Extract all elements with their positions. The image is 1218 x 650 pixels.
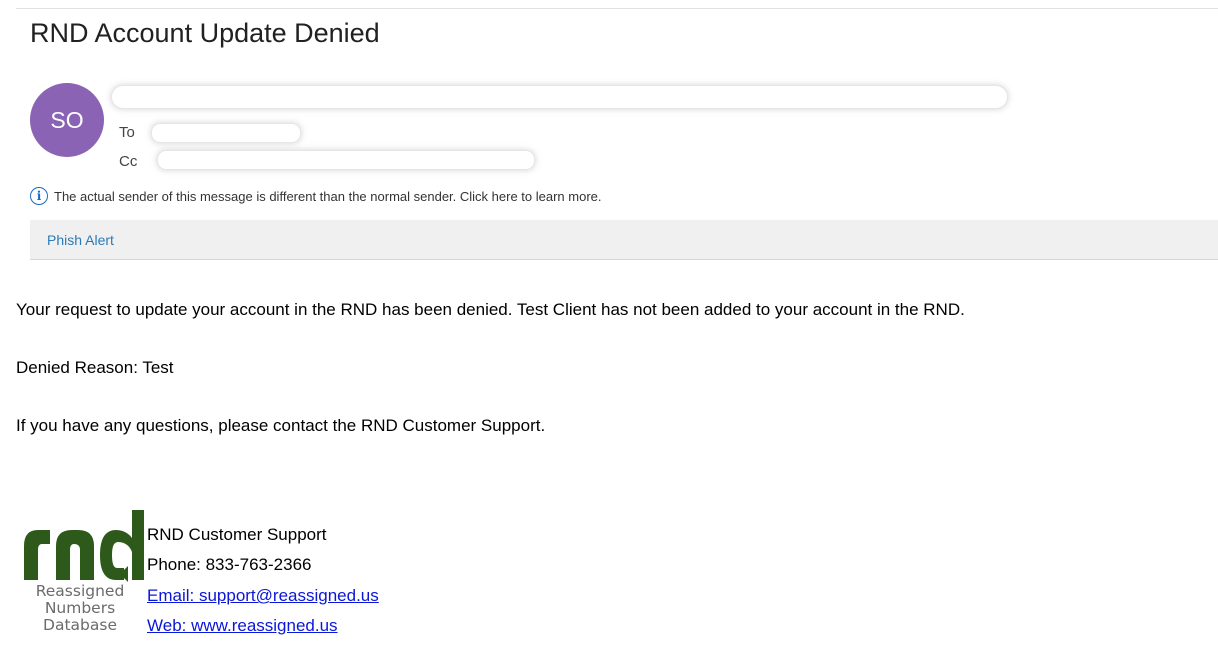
body-paragraph-contact: If you have any questions, please contac… — [16, 416, 546, 435]
redacted-to-recipient — [152, 124, 300, 142]
rnd-logo-mark — [24, 510, 144, 582]
signature-name: RND Customer Support — [147, 525, 327, 544]
signature-email-link[interactable]: Email: support@reassigned.us — [147, 586, 379, 606]
web-link[interactable]: Web: www.reassigned.us — [147, 616, 338, 635]
logo-wordmark: Reassigned Numbers Database — [16, 583, 144, 634]
sender-notice-text[interactable]: The actual sender of this message is dif… — [54, 189, 602, 204]
addin-bar: Phish Alert — [30, 220, 1218, 260]
body-paragraph-denied: Your request to update your account in t… — [16, 300, 965, 319]
avatar-initials: SO — [50, 106, 84, 133]
email-link[interactable]: Email: support@reassigned.us — [147, 586, 379, 605]
message-subject: RND Account Update Denied — [30, 18, 380, 48]
logo-line-numbers: Numbers — [44, 599, 116, 617]
logo-line-database: Database — [43, 616, 117, 634]
header-divider — [16, 8, 1218, 9]
phish-alert-button[interactable]: Phish Alert — [47, 232, 114, 248]
sender-notice[interactable]: i The actual sender of this message is d… — [30, 187, 602, 205]
body-paragraph-reason: Denied Reason: Test — [16, 358, 174, 377]
rnd-logo: Reassigned Numbers Database — [16, 508, 144, 650]
redacted-cc-recipient — [158, 151, 534, 169]
signature-phone: Phone: 833-763-2366 — [147, 555, 312, 574]
redacted-sender — [112, 86, 1007, 108]
signature-web-link[interactable]: Web: www.reassigned.us — [147, 616, 338, 636]
logo-line-reassigned: Reassigned — [35, 582, 125, 600]
cc-label: Cc — [119, 153, 138, 170]
sender-avatar[interactable]: SO — [30, 83, 104, 157]
info-icon: i — [30, 187, 48, 205]
to-label: To — [119, 124, 135, 141]
